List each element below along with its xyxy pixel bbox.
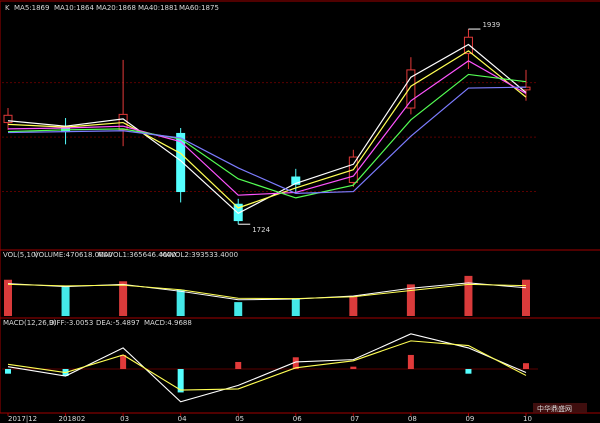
x-tick-label-8: 08 — [408, 415, 417, 423]
ma20-label: MA20:1868 — [96, 4, 136, 12]
macd-legend: MACD(12,26,9) DIFF:-3.0053 DEA:-5.4897 M… — [3, 319, 192, 327]
ma60-label: MA60:1875 — [179, 4, 219, 12]
x-tick-label-5: 05 — [235, 415, 244, 423]
macd-bar-10 — [523, 363, 529, 369]
price-marker-label-2: 1724 — [252, 226, 270, 234]
volume-bar-1 — [4, 279, 12, 316]
x-tick-label-7: 07 — [350, 415, 359, 423]
price-marker-label-1: 1939 — [482, 21, 500, 29]
macd-bar-7 — [350, 366, 357, 369]
volume-bar-3 — [119, 281, 128, 316]
macd-bar-5 — [235, 361, 242, 369]
macd-bar-9 — [465, 369, 472, 374]
volume-bar-2 — [61, 285, 70, 316]
stock-chart-canvas: K MA5:1869 MA10:1864 MA20:1868 MA40:1881… — [0, 0, 600, 423]
watermark-text: 中华鼎盛网 — [537, 404, 572, 413]
ma5-label: MA5:1869 — [14, 4, 49, 12]
volume-bar-8 — [406, 284, 415, 316]
dea-label: DEA:-5.4897 — [96, 319, 140, 327]
price-legend-prefix: K — [5, 4, 10, 12]
ma10-label: MA10:1864 — [54, 4, 94, 12]
x-tick-label-10: 10 — [523, 415, 532, 423]
volume-legend: VOL(5,10) VOLUME:470618.0000 MAVOL1:3656… — [3, 251, 238, 259]
x-tick-label-1: 2017|12 — [8, 415, 37, 423]
watermark-group: 中华鼎盛网 — [533, 403, 587, 413]
mavol2-label: MAVOL2:393533.4000 — [160, 251, 238, 259]
macd-bar-1 — [5, 369, 11, 374]
x-tick-label-3: 03 — [120, 415, 129, 423]
x-tick-label-6: 06 — [293, 415, 302, 423]
macd-bar-3 — [120, 354, 127, 369]
diff-label: DIFF:-3.0053 — [49, 319, 93, 327]
x-tick-label-2: 201802 — [59, 415, 86, 423]
x-tick-label-9: 09 — [465, 415, 474, 423]
ma40-label: MA40:1881 — [138, 4, 178, 12]
volume-bar-5 — [234, 302, 243, 316]
macd-value-label: MACD:4.9688 — [144, 319, 192, 327]
volume-bar-9 — [464, 275, 473, 316]
volume-bar-4 — [176, 289, 185, 316]
volume-bar-6 — [291, 298, 300, 316]
volume-bar-7 — [349, 296, 358, 316]
price-legend: K MA5:1869 MA10:1864 MA20:1868 MA40:1881… — [5, 4, 219, 12]
x-tick-label-4: 04 — [178, 415, 187, 423]
macd-bar-8 — [407, 354, 414, 369]
chart-background — [0, 0, 600, 423]
